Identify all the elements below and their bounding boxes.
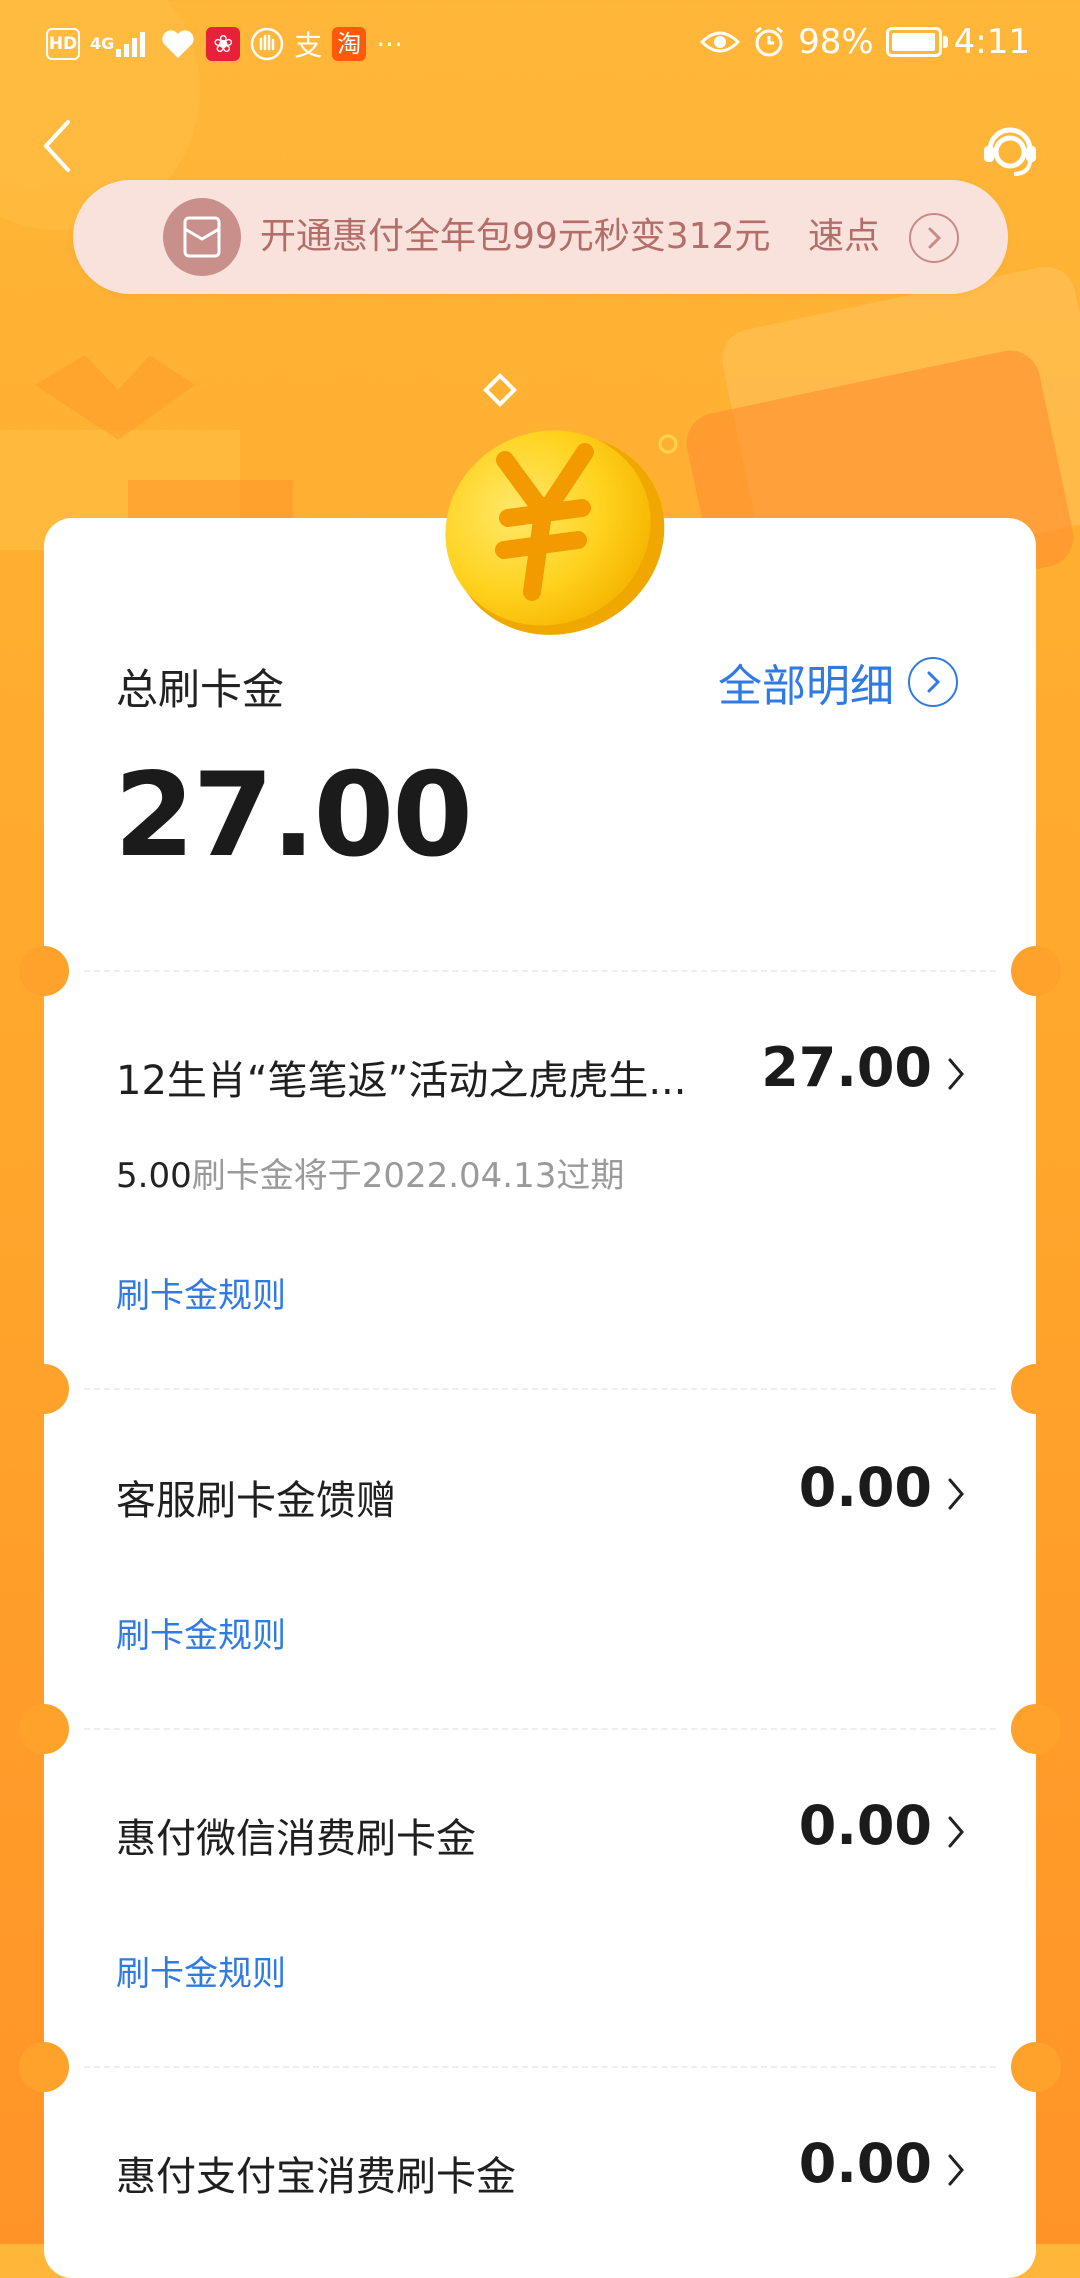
ticket-notch xyxy=(19,1364,69,1414)
eye-comfort-icon xyxy=(700,31,741,53)
ticket-notch xyxy=(1011,946,1061,996)
item-amount[interactable]: 0.00 xyxy=(799,1794,932,1857)
clock: 4:11 xyxy=(953,22,1030,62)
item-amount[interactable]: 0.00 xyxy=(799,2132,932,2195)
back-arrow-icon xyxy=(44,120,70,172)
hand-app-icon xyxy=(250,27,284,61)
divider xyxy=(84,2066,996,2068)
signal-icon: 4G xyxy=(90,27,150,61)
pinduoduo-icon: ❀ xyxy=(206,27,241,61)
coin-yen-icon xyxy=(445,430,665,635)
promo-text: 开通惠付全年包99元秒变312元 xyxy=(260,216,771,257)
ticket-notch xyxy=(1011,1704,1061,1754)
status-left: HD 4G ❀ 支 淘 ··· xyxy=(46,22,403,66)
status-bar: HD 4G ❀ 支 淘 ··· 98% 4:11 xyxy=(0,0,1080,86)
network-type: 4G xyxy=(90,34,115,53)
battery-icon xyxy=(885,27,948,57)
promo-banner[interactable]: 开通惠付全年包99元秒变312元 速点 xyxy=(73,180,1008,294)
promo-cta[interactable]: 速点 xyxy=(808,180,880,294)
chevron-right-icon[interactable] xyxy=(944,2150,968,2190)
expire-amount: 5.00 xyxy=(116,1156,192,1196)
item-title[interactable]: 12生肖“笔笔返”活动之虎虎生... xyxy=(116,1048,687,1106)
divider xyxy=(84,1388,996,1390)
hd-icon: HD xyxy=(46,28,80,60)
chevron-right-circle-icon xyxy=(908,657,958,707)
rule-link[interactable]: 刷卡金规则 xyxy=(116,1946,286,1995)
item-title[interactable]: 惠付微信消费刷卡金 xyxy=(116,1806,476,1864)
promo-arrow-icon[interactable] xyxy=(909,213,959,263)
all-details-text: 全部明细 xyxy=(718,661,894,712)
item-amount[interactable]: 0.00 xyxy=(799,1456,932,1519)
alarm-icon xyxy=(755,26,783,57)
back-button[interactable] xyxy=(38,116,78,176)
heart-app-icon xyxy=(160,27,196,61)
battery-percent: 98% xyxy=(798,22,874,62)
balance-card: 总刷卡金 全部明细 27.00 12生肖“笔笔返”活动之虎虎生... 27.00… xyxy=(19,518,1061,2278)
alipay-icon: 支 xyxy=(294,29,323,62)
ticket-notch xyxy=(1011,2042,1061,2092)
red-envelope-icon xyxy=(163,198,241,276)
expire-text: 刷卡金将于2022.04.13过期 xyxy=(191,1156,625,1196)
ticket-notch xyxy=(1011,1364,1061,1414)
expire-note: 5.00刷卡金将于2022.04.13过期 xyxy=(116,1148,624,1197)
rule-link[interactable]: 刷卡金规则 xyxy=(116,1608,286,1657)
ticket-notch xyxy=(19,2042,69,2092)
item-title[interactable]: 惠付支付宝消费刷卡金 xyxy=(116,2144,516,2202)
divider xyxy=(84,970,996,972)
ticket-notch xyxy=(19,946,69,996)
chevron-right-icon[interactable] xyxy=(944,1812,968,1852)
item-title[interactable]: 客服刷卡金馈赠 xyxy=(116,1468,396,1526)
total-label: 总刷卡金 xyxy=(116,665,285,714)
customer-service-button[interactable] xyxy=(978,116,1042,180)
chevron-right-icon[interactable] xyxy=(944,1474,968,1514)
ticket-notch xyxy=(19,1704,69,1754)
all-details-link[interactable]: 全部明细 xyxy=(718,650,958,714)
rule-link[interactable]: 刷卡金规则 xyxy=(116,1268,286,1317)
total-amount: 27.00 xyxy=(114,748,473,883)
divider xyxy=(84,1728,996,1730)
chevron-right-icon[interactable] xyxy=(944,1054,968,1094)
more-notifications-icon: ··· xyxy=(376,27,403,61)
taobao-icon: 淘 xyxy=(332,27,367,61)
customer-service-icon xyxy=(984,127,1036,176)
item-amount[interactable]: 27.00 xyxy=(761,1036,932,1099)
status-right: 98% 4:11 xyxy=(700,20,1030,64)
